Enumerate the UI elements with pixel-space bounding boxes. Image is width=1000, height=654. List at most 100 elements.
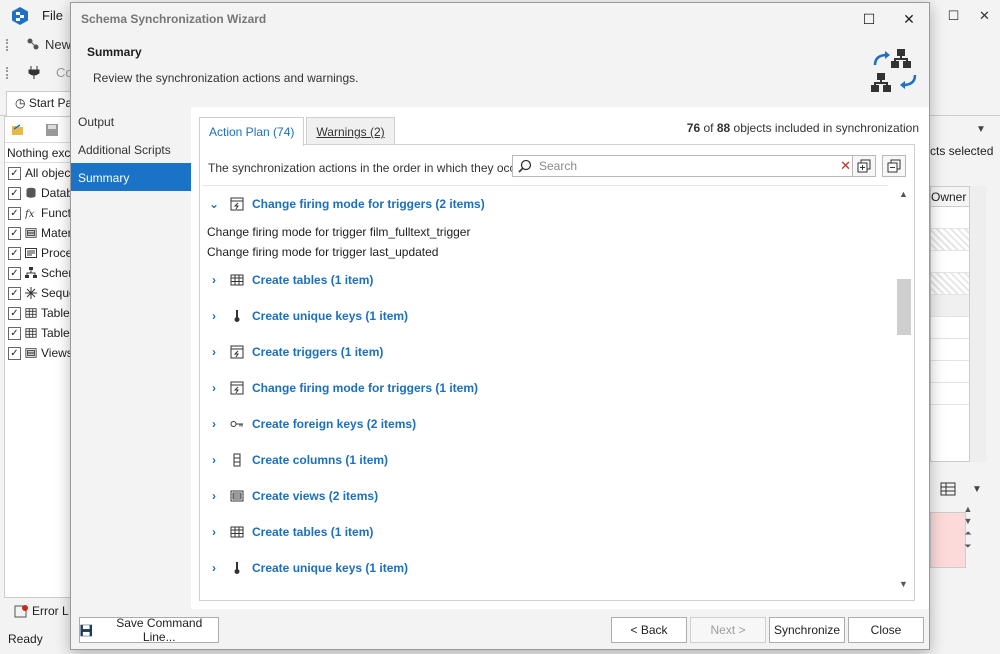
- object-type-item[interactable]: ✓ Table: [5, 303, 71, 323]
- toolbar-new[interactable]: New: [45, 37, 71, 52]
- scroll-up-icon[interactable]: ▲: [964, 504, 973, 514]
- back-button[interactable]: < Back: [611, 617, 687, 643]
- grid-row[interactable]: [931, 229, 969, 251]
- object-type-label: Scher: [41, 266, 71, 280]
- grid-row[interactable]: [931, 251, 969, 273]
- object-type-item[interactable]: ✓ fx Funct: [5, 203, 71, 223]
- object-type-item[interactable]: ✓ Seque: [5, 283, 71, 303]
- app-close-button[interactable]: ✕: [969, 0, 1000, 32]
- chevron-down-icon[interactable]: ▼: [976, 124, 986, 135]
- scroll-top-icon[interactable]: ⏶: [964, 528, 971, 539]
- checkbox[interactable]: ✓: [8, 266, 21, 280]
- object-type-item[interactable]: ✓ Proce: [5, 243, 71, 263]
- scroll-bottom-icon[interactable]: ⏷: [964, 541, 971, 552]
- action-group[interactable]: › Create views (2 items): [202, 478, 888, 514]
- app-logo-icon: [12, 7, 28, 25]
- action-group[interactable]: › Create unique keys (1 item): [202, 298, 888, 334]
- expand-all-button[interactable]: [852, 155, 876, 177]
- open-folder-icon[interactable]: [11, 123, 25, 137]
- checkbox[interactable]: ✓: [8, 326, 21, 340]
- save-command-line-button[interactable]: Save Command Line...: [79, 616, 219, 644]
- chevron-down-icon[interactable]: ▼: [972, 484, 982, 495]
- chevron-down-icon[interactable]: ⌄: [202, 197, 226, 211]
- action-group[interactable]: › Create tables (1 item): [202, 514, 888, 550]
- chevron-right-icon[interactable]: ›: [202, 345, 226, 359]
- action-group[interactable]: › Create tables (1 item): [202, 262, 888, 298]
- synchronize-button[interactable]: Synchronize: [769, 617, 845, 643]
- right-background-pane: ▼ cts selected Owner ▼ ▲ ▼ ⏶ ⏷: [930, 116, 1000, 598]
- checkbox[interactable]: ✓: [8, 166, 21, 180]
- action-item[interactable]: Change firing mode for trigger film_full…: [202, 222, 888, 242]
- of-text: of: [703, 121, 714, 135]
- object-type-item[interactable]: ✓ Datab: [5, 183, 71, 203]
- checkbox[interactable]: ✓: [8, 286, 21, 300]
- action-plan-panel: The synchronization actions in the order…: [199, 144, 915, 601]
- checkbox[interactable]: ✓: [8, 346, 21, 360]
- scrollbar-thumb[interactable]: [897, 279, 911, 335]
- grid-row[interactable]: [931, 339, 969, 361]
- object-type-item[interactable]: ✓ Scher: [5, 263, 71, 283]
- app-maximize-button[interactable]: ☐: [938, 0, 969, 32]
- scroll-down-icon[interactable]: ▼: [964, 516, 973, 526]
- chevron-right-icon[interactable]: ›: [202, 561, 226, 575]
- chevron-right-icon[interactable]: ›: [202, 273, 226, 287]
- object-type-item[interactable]: ✓ All objec: [5, 163, 71, 183]
- menu-file[interactable]: File: [42, 8, 63, 23]
- action-group[interactable]: › Create foreign keys (2 items): [202, 406, 888, 442]
- right-lower-scrollbar[interactable]: ▲ ▼ ⏶ ⏷: [960, 504, 976, 574]
- grid-row[interactable]: [931, 361, 969, 383]
- nav-step-additional-scripts[interactable]: Additional Scripts: [71, 135, 191, 163]
- error-list-tab[interactable]: Error L: [14, 604, 69, 618]
- object-type-item[interactable]: ✓ Table: [5, 323, 71, 343]
- chevron-right-icon[interactable]: ›: [202, 309, 226, 323]
- checkbox[interactable]: ✓: [8, 246, 21, 260]
- action-group[interactable]: ⌄ Change firing mode for triggers (2 item…: [202, 186, 888, 222]
- tab-warnings[interactable]: Warnings (2): [306, 117, 395, 145]
- object-type-item[interactable]: ✓ Views: [5, 343, 71, 363]
- chevron-right-icon[interactable]: ›: [202, 489, 226, 503]
- checkbox[interactable]: ✓: [8, 226, 21, 240]
- toolbar-grip[interactable]: [6, 67, 9, 79]
- grid-row[interactable]: [931, 383, 969, 405]
- nav-step-summary[interactable]: Summary: [71, 163, 191, 191]
- chevron-right-icon[interactable]: ›: [202, 453, 226, 467]
- plug-icon: [28, 66, 40, 79]
- foreign-key-icon: [230, 417, 244, 431]
- object-type-item[interactable]: ✓ Mater: [5, 223, 71, 243]
- scroll-down-icon[interactable]: ▼: [899, 579, 908, 589]
- grid-row[interactable]: [931, 273, 969, 295]
- right-grid-scrollbar[interactable]: [970, 186, 986, 462]
- scroll-up-icon[interactable]: ▲: [899, 189, 908, 199]
- nav-step-output[interactable]: Output: [71, 107, 191, 135]
- grid-row[interactable]: [931, 317, 969, 339]
- toolbar-grip[interactable]: [6, 39, 9, 51]
- checkbox[interactable]: ✓: [8, 206, 21, 220]
- owner-column-header[interactable]: Owner: [931, 187, 969, 207]
- close-button[interactable]: Close: [848, 617, 924, 643]
- checkbox[interactable]: ✓: [8, 306, 21, 320]
- grid-view-icon[interactable]: [940, 482, 956, 496]
- dialog-close-button[interactable]: ✕: [889, 3, 929, 35]
- action-group[interactable]: › Create triggers (1 item): [202, 334, 888, 370]
- action-list-scrollbar[interactable]: ▲ ▼: [896, 185, 912, 593]
- table-icon: [230, 525, 244, 539]
- chevron-right-icon[interactable]: ›: [202, 381, 226, 395]
- action-group[interactable]: › Create columns (1 item): [202, 442, 888, 478]
- collapse-all-button[interactable]: [882, 155, 906, 177]
- checkbox[interactable]: ✓: [8, 186, 21, 200]
- clear-search-icon[interactable]: ✕: [840, 158, 851, 174]
- grid-row[interactable]: [931, 207, 969, 229]
- summary-content: Action Plan (74) Warnings (2) 76 of 88 ob…: [191, 107, 929, 609]
- action-group[interactable]: › Create unique keys (1 item): [202, 550, 888, 586]
- dialog-maximize-button[interactable]: ☐: [849, 3, 889, 35]
- save-icon[interactable]: [45, 123, 59, 137]
- grid-row[interactable]: [931, 295, 969, 317]
- search-input[interactable]: [539, 158, 829, 174]
- action-group[interactable]: › Change firing mode for triggers (1 item…: [202, 370, 888, 406]
- tab-action-plan[interactable]: Action Plan (74): [199, 117, 305, 146]
- chevron-right-icon[interactable]: ›: [202, 417, 226, 431]
- next-button[interactable]: Next >: [690, 617, 766, 643]
- chevron-right-icon[interactable]: ›: [202, 525, 226, 539]
- action-item[interactable]: Change firing mode for trigger last_upda…: [202, 242, 888, 262]
- view-icon: [25, 347, 37, 359]
